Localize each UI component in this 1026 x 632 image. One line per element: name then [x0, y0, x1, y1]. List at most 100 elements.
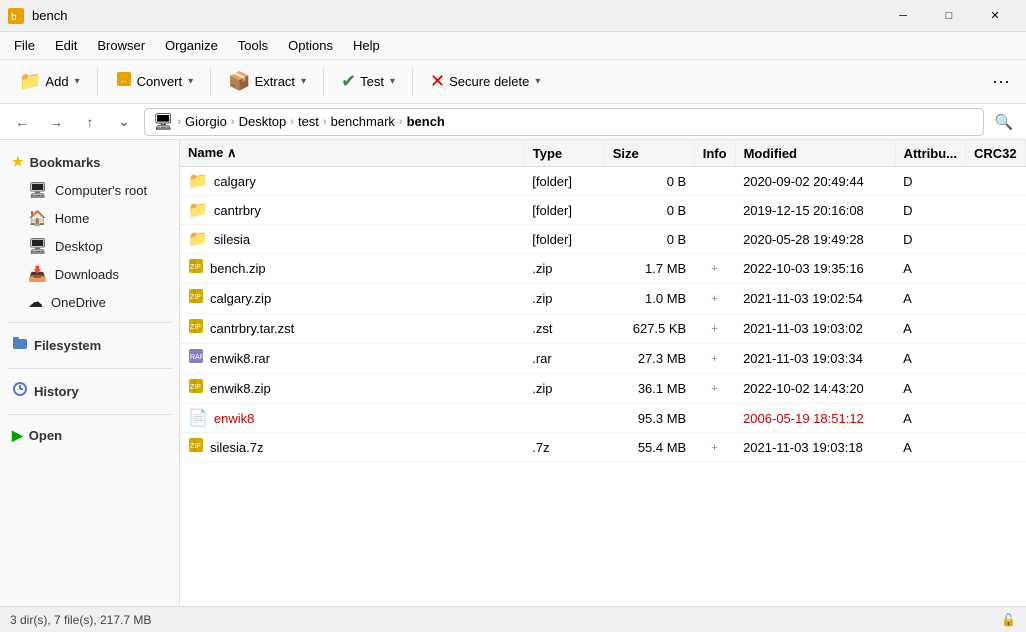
lock-icon: 🔓 [1001, 613, 1016, 627]
file-attrib: A [895, 374, 965, 404]
menu-browser[interactable]: Browser [87, 34, 155, 57]
test-button[interactable]: ✔ Test ▾ [330, 65, 406, 99]
file-name-cell: RAR enwik8.rar [180, 344, 524, 374]
table-row[interactable]: ZIP cantrbry.tar.zst .zst 627.5 KB + 202… [180, 314, 1026, 344]
file-info [694, 404, 735, 433]
file-name: enwik8.zip [210, 381, 271, 396]
separator-1 [97, 68, 98, 96]
path-giorgio[interactable]: Giorgio [185, 114, 227, 129]
file-attrib: D [895, 167, 965, 196]
file-modified: 2019-12-15 20:16:08 [735, 196, 895, 225]
col-header-crc32[interactable]: CRC32 [966, 140, 1026, 167]
computer-icon: 🖥 [153, 112, 173, 132]
filesystem-section: Filesystem [0, 329, 179, 362]
extract-button[interactable]: 📦 Extract ▾ [217, 65, 317, 99]
file-attrib: A [895, 404, 965, 433]
file-name-cell: 📁 calgary [180, 167, 524, 196]
sidebar-item-onedrive[interactable]: ☁ OneDrive [4, 288, 175, 316]
history-section: History [0, 375, 179, 408]
bookmarks-header[interactable]: ★ Bookmarks [0, 148, 179, 176]
table-row[interactable]: 📁 cantrbry [folder] 0 B 2019-12-15 20:16… [180, 196, 1026, 225]
secure-delete-button[interactable]: ✕ Secure delete ▾ [419, 65, 551, 99]
add-button[interactable]: 📁 Add ▾ [8, 65, 91, 99]
menu-file[interactable]: File [4, 34, 45, 57]
table-row[interactable]: ZIP calgary.zip .zip 1.0 MB + 2021-11-03… [180, 284, 1026, 314]
menu-help[interactable]: Help [343, 34, 390, 57]
app-title: bench [32, 8, 67, 23]
toolbar-more-button[interactable]: ··· [984, 67, 1018, 96]
sidebar-item-desktop[interactable]: 🖥 Desktop [4, 232, 175, 260]
col-header-attrib[interactable]: Attribu... [895, 140, 965, 167]
file-modified: 2021-11-03 19:03:02 [735, 314, 895, 344]
svg-text:ZIP: ZIP [190, 264, 201, 271]
table-row[interactable]: ZIP enwik8.zip .zip 36.1 MB + 2022-10-02… [180, 374, 1026, 404]
file-name: cantrbry [214, 203, 261, 218]
file-size: 55.4 MB [604, 433, 694, 463]
svg-text:b: b [11, 12, 17, 23]
path-test[interactable]: test [298, 114, 319, 129]
path-benchmark[interactable]: benchmark [331, 114, 395, 129]
history-header[interactable]: History [0, 375, 179, 408]
add-label: Add [45, 74, 68, 89]
convert-button[interactable]: ↔ Convert ▾ [104, 65, 205, 99]
file-type: [folder] [524, 167, 604, 196]
path-arrow-1: › [231, 116, 235, 128]
sidebar-item-home[interactable]: 🏠 Home [4, 204, 175, 232]
path-bench[interactable]: bench [407, 114, 445, 129]
table-row[interactable]: RAR enwik8.rar .rar 27.3 MB + 2021-11-03… [180, 344, 1026, 374]
path-desktop[interactable]: Desktop [239, 114, 287, 129]
dropdown-button[interactable]: ⌄ [110, 108, 138, 136]
table-row[interactable]: 📁 calgary [folder] 0 B 2020-09-02 20:49:… [180, 167, 1026, 196]
file-attrib: A [895, 344, 965, 374]
file-size: 1.0 MB [604, 284, 694, 314]
sidebar-item-computers-root[interactable]: 🖥 Computer's root [4, 176, 175, 204]
menu-organize[interactable]: Organize [155, 34, 228, 57]
table-row[interactable]: ZIP silesia.7z .7z 55.4 MB + 2021-11-03 … [180, 433, 1026, 463]
file-type [524, 404, 604, 433]
open-header[interactable]: ▶ Open [0, 421, 179, 450]
file-attrib: D [895, 196, 965, 225]
filesystem-label: Filesystem [34, 338, 101, 353]
table-row[interactable]: ZIP bench.zip .zip 1.7 MB + 2022-10-03 1… [180, 254, 1026, 284]
file-name: calgary.zip [210, 291, 271, 306]
file-name: silesia [214, 232, 250, 247]
close-button[interactable]: ✕ [972, 0, 1018, 32]
menu-tools[interactable]: Tools [228, 34, 278, 57]
col-header-size[interactable]: Size [604, 140, 694, 167]
address-path[interactable]: 🖥 › Giorgio › Desktop › test › benchmark… [144, 108, 984, 136]
file-type: .zip [524, 284, 604, 314]
forward-button[interactable]: → [42, 108, 70, 136]
menu-options[interactable]: Options [278, 34, 343, 57]
file-crc32 [966, 196, 1026, 225]
col-header-type[interactable]: Type [524, 140, 604, 167]
statusbar: 3 dir(s), 7 file(s), 217.7 MB 🔓 [0, 606, 1026, 632]
filesystem-header[interactable]: Filesystem [0, 329, 179, 362]
file-icon: ZIP [188, 318, 204, 339]
history-icon [12, 381, 28, 402]
sidebar-item-downloads[interactable]: 📥 Downloads [4, 260, 175, 288]
separator-3 [323, 68, 324, 96]
file-name: enwik8.rar [210, 351, 270, 366]
maximize-button[interactable]: □ [926, 0, 972, 32]
file-table: Name ∧ Type Size Info Modified Attribu..… [180, 140, 1026, 463]
file-type: .zst [524, 314, 604, 344]
table-row[interactable]: 📄 enwik8 95.3 MB 2006-05-19 18:51:12 A [180, 404, 1026, 433]
extract-dropdown-arrow: ▾ [299, 76, 306, 87]
col-header-modified[interactable]: Modified [735, 140, 895, 167]
minimize-button[interactable]: ─ [880, 0, 926, 32]
back-button[interactable]: ← [8, 108, 36, 136]
svg-text:ZIP: ZIP [190, 443, 201, 450]
file-size: 1.7 MB [604, 254, 694, 284]
file-icon: ZIP [188, 288, 204, 309]
file-name-cell: ZIP bench.zip [180, 254, 524, 284]
file-info: + [694, 374, 735, 404]
table-row[interactable]: 📁 silesia [folder] 0 B 2020-05-28 19:49:… [180, 225, 1026, 254]
col-header-name[interactable]: Name ∧ [180, 140, 524, 167]
up-button[interactable]: ↑ [76, 108, 104, 136]
open-icon: ▶ [12, 427, 23, 444]
menu-edit[interactable]: Edit [45, 34, 87, 57]
separator-4 [412, 68, 413, 96]
col-header-info[interactable]: Info [694, 140, 735, 167]
file-size: 27.3 MB [604, 344, 694, 374]
search-button[interactable]: 🔍 [990, 108, 1018, 136]
